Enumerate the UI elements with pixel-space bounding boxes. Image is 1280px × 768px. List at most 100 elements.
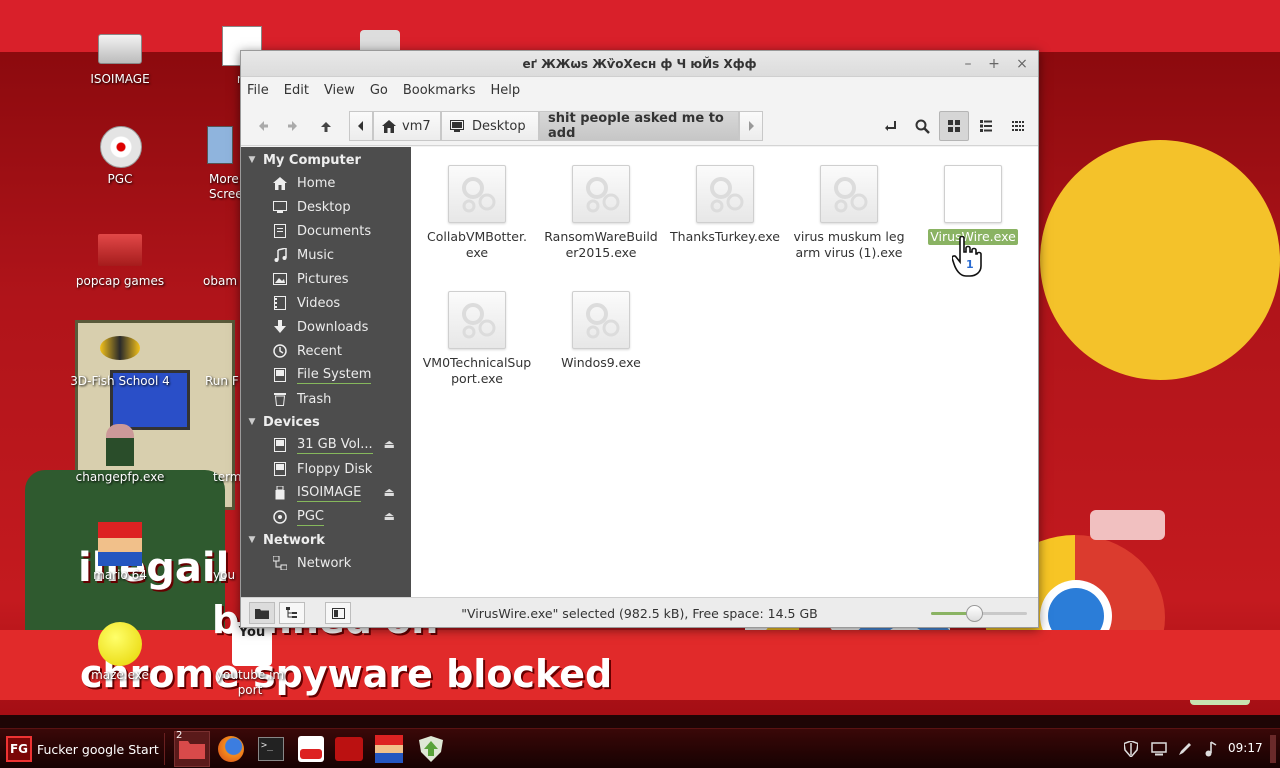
- desktop-icon-maze[interactable]: maze.exe: [70, 622, 170, 683]
- menu-go[interactable]: Go: [370, 83, 388, 98]
- close-button[interactable]: ×: [1013, 55, 1031, 73]
- file-item[interactable]: CollabVMBotter. exe: [417, 165, 537, 261]
- breadcrumb-vm7[interactable]: vm7: [373, 111, 441, 141]
- tray-sound[interactable]: [1196, 734, 1226, 764]
- show-places-button[interactable]: [249, 602, 275, 624]
- show-desktop-button[interactable]: [1270, 735, 1276, 763]
- taskbar-mario[interactable]: [374, 734, 404, 764]
- drive-icon: [271, 437, 289, 453]
- file-item[interactable]: VM0TechnicalSup port.exe: [417, 291, 537, 387]
- sidebar-item-music[interactable]: Music: [271, 244, 334, 266]
- sidebar-section-devices[interactable]: ▼ Devices: [241, 411, 320, 433]
- icon-view-button[interactable]: [939, 111, 969, 141]
- list-view-button[interactable]: [971, 111, 1001, 141]
- chevron-right-icon: [749, 121, 754, 131]
- menu-file[interactable]: File: [247, 83, 269, 98]
- compact-view-button[interactable]: [1003, 111, 1033, 141]
- desktop-icon-label: popcap games: [75, 274, 165, 288]
- desktop-icon-obama[interactable]: obam: [195, 228, 245, 289]
- taskbar-update-manager[interactable]: [416, 734, 446, 764]
- tray-shield[interactable]: [1116, 734, 1146, 764]
- desktop-icon-you[interactable]: you: [195, 522, 245, 583]
- taskbar-firefox[interactable]: [216, 734, 246, 764]
- youtube-icon: [298, 736, 324, 762]
- desktop-icon-changepfp[interactable]: changepfp.exe: [70, 424, 170, 485]
- up-button[interactable]: [315, 111, 337, 141]
- back-button[interactable]: [251, 111, 273, 141]
- desktop-icon-run[interactable]: Run F: [195, 328, 245, 389]
- menu-bookmarks[interactable]: Bookmarks: [403, 83, 476, 98]
- desktop-icon-youtube-import[interactable]: You youtube.im port: [200, 622, 300, 698]
- window-count-badge: 2: [176, 730, 183, 741]
- sidebar-item-downloads[interactable]: Downloads: [271, 316, 368, 338]
- pen-icon: [1179, 743, 1191, 755]
- sidebar-item-videos[interactable]: Videos: [271, 292, 340, 314]
- terminal-icon: >_: [258, 737, 284, 761]
- desktop-icon-more-screens[interactable]: More Scree: [195, 126, 245, 202]
- sidebar-item-network[interactable]: Network: [271, 552, 351, 574]
- clock[interactable]: 09:17: [1228, 741, 1263, 755]
- location-toggle-button[interactable]: [875, 111, 905, 141]
- taskbar-youtube-exe[interactable]: [334, 734, 364, 764]
- file-item[interactable]: VirusWire.exe: [913, 165, 1033, 245]
- sidebar-item-label: Recent: [297, 343, 342, 359]
- maximize-button[interactable]: +: [985, 55, 1003, 73]
- desktop-icon-isoimage[interactable]: ISOIMAGE: [70, 26, 170, 87]
- taskbar-terminal[interactable]: >_: [256, 734, 286, 764]
- sidebar-item-floppy-disk[interactable]: Floppy Disk: [271, 458, 372, 480]
- sidebar-item-file-system[interactable]: File System: [271, 364, 372, 386]
- sidebar-item-label: File System: [297, 366, 372, 384]
- cd-disc-icon: [96, 126, 144, 168]
- breadcrumb-desktop[interactable]: Desktop: [441, 111, 539, 141]
- sidebar-item-trash[interactable]: Trash: [271, 388, 331, 410]
- sidebar-item-desktop[interactable]: Desktop: [271, 196, 351, 218]
- sidebar-item-documents[interactable]: Documents: [271, 220, 371, 242]
- eject-icon[interactable]: ⏏: [384, 485, 395, 499]
- minimize-button[interactable]: –: [959, 55, 977, 73]
- start-logo-icon: FG: [6, 736, 32, 762]
- desktop-icon-terminal[interactable]: term: [195, 424, 245, 485]
- menu-help[interactable]: Help: [490, 83, 520, 98]
- breadcrumb-current-folder[interactable]: shit people asked me to add: [539, 111, 739, 141]
- sidebar-item-pictures[interactable]: Pictures: [271, 268, 348, 290]
- taskbar-youtube[interactable]: [296, 734, 326, 764]
- zoom-slider[interactable]: [931, 605, 1027, 622]
- desktop-icon-label: you: [213, 568, 236, 582]
- search-button[interactable]: [907, 111, 937, 141]
- desktop-icon-label: More: [209, 172, 239, 186]
- desktop-icon-label: term: [213, 470, 242, 484]
- start-button[interactable]: FG Fucker google Start: [0, 729, 162, 768]
- eject-icon[interactable]: ⏏: [384, 437, 395, 451]
- menu-view[interactable]: View: [324, 83, 355, 98]
- sidebar-item-home[interactable]: Home: [271, 172, 335, 194]
- desktop-icon-pgc[interactable]: PGC: [70, 126, 170, 187]
- file-item[interactable]: ThanksTurkey.exe: [665, 165, 785, 245]
- breadcrumb-left-button[interactable]: [349, 111, 373, 141]
- menu-bar: File Edit View Go Bookmarks Help: [241, 77, 1038, 104]
- show-tree-button[interactable]: [279, 602, 305, 624]
- forward-button[interactable]: [283, 111, 305, 141]
- desktop-icon-mario64[interactable]: mario 64: [70, 522, 170, 583]
- sidebar-item-isoimage[interactable]: ISOIMAGE: [271, 482, 362, 504]
- toggle-sidebar-button[interactable]: [325, 602, 351, 624]
- file-item[interactable]: virus muskum leg arm virus (1).exe: [789, 165, 909, 261]
- sidebar-item-recent[interactable]: Recent: [271, 340, 342, 362]
- sidebar-section-network[interactable]: ▼ Network: [241, 529, 325, 551]
- title-bar[interactable]: еґ ЖЖѡs ЖѷоХесн ф Ч юЙѕ Хфф – + ×: [241, 51, 1038, 77]
- zoom-slider-handle[interactable]: [966, 605, 984, 622]
- file-item[interactable]: RansomWareBuild er2015.exe: [541, 165, 661, 261]
- desktop-icon-label: port: [237, 683, 263, 697]
- disc-icon: [271, 509, 289, 525]
- file-item[interactable]: Windos9.exe: [541, 291, 661, 371]
- desktop-icon-fish-school[interactable]: 3D-Fish School 4: [70, 328, 170, 389]
- desktop-icon-popcap-games[interactable]: popcap games: [70, 228, 170, 289]
- sidebar-item-pgc[interactable]: PGC: [271, 506, 324, 528]
- breadcrumb-right-button[interactable]: [739, 111, 763, 141]
- sidebar-item-label: Home: [297, 175, 336, 191]
- sidebar-section-my-computer[interactable]: ▼ My Computer: [241, 149, 361, 171]
- music-icon: [271, 247, 289, 263]
- sidebar-item-31gb-volume[interactable]: 31 GB Vol...: [271, 434, 373, 456]
- eject-icon[interactable]: ⏏: [384, 509, 395, 523]
- menu-edit[interactable]: Edit: [284, 83, 309, 98]
- taskbar-file-manager[interactable]: 2: [174, 730, 210, 767]
